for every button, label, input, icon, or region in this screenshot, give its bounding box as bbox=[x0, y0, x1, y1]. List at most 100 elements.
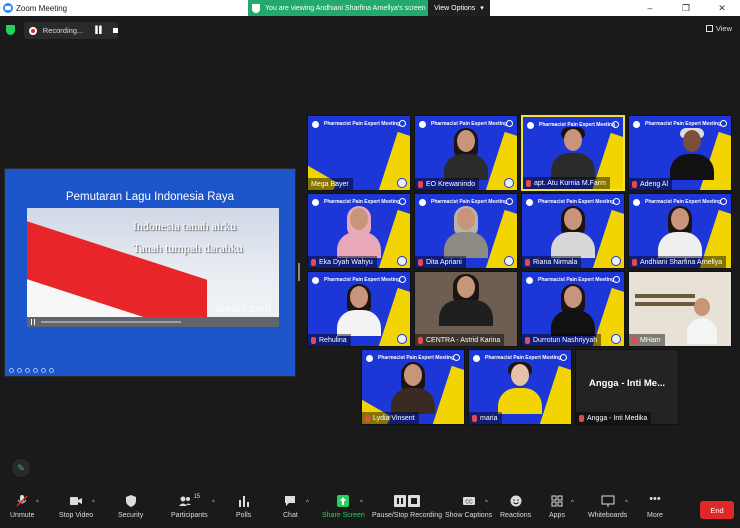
meeting-logo-icon bbox=[473, 354, 480, 362]
chat-options-caret-icon[interactable]: ^ bbox=[306, 500, 309, 506]
participants-label: Participants bbox=[171, 512, 208, 519]
meeting-logo-icon bbox=[527, 121, 534, 129]
whiteboard-icon bbox=[601, 495, 615, 507]
participant-tile[interactable]: Pharmacist Pain Expert Meeting EO Krewan… bbox=[414, 115, 518, 191]
participant-tile[interactable]: Pharmacist Pain Expert Meeting Eka Dyah … bbox=[307, 193, 411, 269]
participant-name: Adeng Al bbox=[640, 180, 669, 188]
share-options-caret-icon[interactable]: ^ bbox=[360, 500, 363, 506]
meeting-banner-text: Pharmacist Pain Expert Meeting bbox=[538, 277, 615, 283]
slide-nav-icon bbox=[33, 368, 38, 373]
audio-options-caret-icon[interactable]: ^ bbox=[36, 500, 39, 506]
participant-tile[interactable]: CENTRA - Astrid Karina bbox=[414, 271, 518, 347]
close-icon[interactable]: ✕ bbox=[704, 0, 740, 16]
reactions-button[interactable]: Reactions bbox=[500, 494, 531, 519]
participant-name: Lydia Vinsent bbox=[373, 414, 415, 422]
sponsor-logo-icon bbox=[453, 354, 460, 361]
shared-screen[interactable]: Pemutaran Lagu Indonesia Raya Indonesia … bbox=[4, 168, 296, 377]
security-label: Security bbox=[118, 512, 144, 519]
participant-name-tag: maria bbox=[469, 412, 502, 424]
participants-count: 15 bbox=[193, 494, 201, 500]
participant-tile[interactable]: Pharmacist Pain Expert Meeting Mega Baye… bbox=[307, 115, 411, 191]
embedded-video: Indonesia tanah airku Tanah tumpah darah… bbox=[27, 208, 279, 327]
reactions-smiley-icon bbox=[510, 495, 522, 507]
muted-mic-icon bbox=[525, 336, 530, 344]
participant-tile[interactable]: Pharmacist Pain Expert Meeting Durrotun … bbox=[521, 271, 625, 347]
slide-nav-icon bbox=[41, 368, 46, 373]
sponsor-badge-icon bbox=[397, 178, 407, 188]
encryption-shield-icon[interactable] bbox=[6, 25, 15, 35]
participant-tile[interactable]: Pharmacist Pain Expert Meeting Rehulina bbox=[307, 271, 411, 347]
apps-options-caret-icon[interactable]: ^ bbox=[571, 500, 574, 506]
chat-button[interactable]: Chat bbox=[283, 494, 298, 519]
participant-name: apt. Atu Kurnia M.Farm bbox=[534, 179, 606, 187]
participant-tile[interactable]: Pharmacist Pain Expert Meeting Andhiani … bbox=[628, 193, 732, 269]
show-captions-button[interactable]: CC Show Captions bbox=[445, 494, 492, 519]
meeting-logo-icon bbox=[419, 120, 426, 128]
muted-mic-icon bbox=[632, 180, 637, 188]
captions-options-caret-icon[interactable]: ^ bbox=[485, 500, 488, 506]
participant-name-tag: CENTRA - Astrid Karina bbox=[415, 334, 505, 346]
participant-tile[interactable]: Pharmacist Pain Expert Meeting Adeng Al bbox=[628, 115, 732, 191]
meeting-banner-text: Pharmacist Pain Expert Meeting bbox=[645, 121, 722, 127]
sponsor-logo-icon bbox=[506, 198, 513, 205]
meeting-logo-icon bbox=[312, 276, 319, 284]
share-screen-label: Share Screen bbox=[322, 512, 365, 519]
end-meeting-button[interactable]: End bbox=[700, 501, 734, 519]
participant-tile[interactable]: Pharmacist Pain Expert Meeting maria bbox=[468, 349, 572, 425]
unmute-button[interactable]: Unmute bbox=[10, 494, 35, 519]
participant-video bbox=[687, 294, 718, 344]
security-button[interactable]: Security bbox=[118, 494, 143, 519]
participants-button[interactable]: 15 Participants bbox=[171, 494, 208, 519]
sponsor-logo-icon bbox=[506, 120, 513, 127]
apps-button[interactable]: Apps bbox=[549, 494, 565, 519]
view-options-button[interactable]: View Options ▾ bbox=[428, 0, 490, 16]
participant-tile-active-speaker[interactable]: Pharmacist Pain Expert Meeting apt. Atu … bbox=[521, 115, 625, 191]
stop-recording-icon[interactable] bbox=[113, 28, 118, 33]
whiteboards-options-caret-icon[interactable]: ^ bbox=[625, 500, 628, 506]
panel-resize-handle[interactable] bbox=[298, 263, 300, 281]
stop-video-label: Stop Video bbox=[59, 512, 94, 519]
zoom-window: Zoom Meeting – ❐ ✕ You are viewing Andhi… bbox=[0, 0, 740, 528]
slide-nav-icon bbox=[9, 368, 14, 373]
participant-tile[interactable]: Pharmacist Pain Expert Meeting Lydia Vin… bbox=[361, 349, 465, 425]
participant-video bbox=[444, 206, 488, 258]
whiteboards-button[interactable]: Whiteboards bbox=[588, 494, 627, 519]
annotate-pen-icon[interactable]: ✎ bbox=[12, 459, 30, 477]
more-button[interactable]: ••• More bbox=[647, 494, 663, 520]
sponsor-logo-icon bbox=[613, 198, 620, 205]
pause-recording-icon[interactable]: ▌▌ bbox=[95, 27, 104, 34]
zoom-logo-icon bbox=[3, 3, 13, 13]
participant-name: CENTRA - Astrid Karina bbox=[426, 336, 501, 344]
participant-tile[interactable]: Pharmacist Pain Expert Meeting Dita Apri… bbox=[414, 193, 518, 269]
participant-tile[interactable]: Pharmacist Pain Expert Meeting Riana Nir… bbox=[521, 193, 625, 269]
stop-video-button[interactable]: Stop Video bbox=[59, 494, 93, 519]
sponsor-logo-icon bbox=[720, 198, 727, 205]
apps-grid-icon bbox=[551, 495, 563, 507]
meeting-banner-text: Pharmacist Pain Expert Meeting bbox=[485, 355, 562, 361]
muted-mic-icon bbox=[632, 336, 637, 344]
muted-mic-icon bbox=[418, 258, 423, 266]
restore-icon[interactable]: ❐ bbox=[668, 0, 704, 16]
participant-tile[interactable]: MHam bbox=[628, 271, 732, 347]
video-controls bbox=[27, 317, 279, 327]
participant-name: Andhiani Sharfina Arnellya bbox=[640, 258, 723, 266]
polls-button[interactable]: Polls bbox=[236, 494, 251, 519]
unmute-label: Unmute bbox=[10, 512, 35, 519]
meeting-logo-icon bbox=[633, 198, 640, 206]
participant-video bbox=[551, 284, 595, 336]
muted-mic-icon bbox=[311, 258, 316, 266]
chevron-down-icon: ▾ bbox=[480, 5, 484, 12]
apps-label: Apps bbox=[549, 512, 565, 519]
participant-tile-video-off[interactable]: Angga - Inti Me... Angga - Inti Medika bbox=[575, 349, 679, 425]
share-screen-button[interactable]: Share Screen bbox=[322, 494, 365, 519]
pause-stop-recording-button[interactable]: Pause/Stop Recording bbox=[372, 494, 442, 519]
view-button[interactable]: View bbox=[705, 24, 732, 33]
participants-options-caret-icon[interactable]: ^ bbox=[212, 500, 215, 506]
minimize-icon[interactable]: – bbox=[632, 0, 668, 16]
sponsor-badge-icon bbox=[504, 256, 514, 266]
participant-name-tag: Eka Dyah Wahyu bbox=[308, 256, 377, 268]
muted-mic-icon bbox=[311, 336, 316, 344]
pause-icon bbox=[31, 319, 35, 325]
grid-view-icon bbox=[705, 25, 713, 32]
video-options-caret-icon[interactable]: ^ bbox=[92, 500, 95, 506]
